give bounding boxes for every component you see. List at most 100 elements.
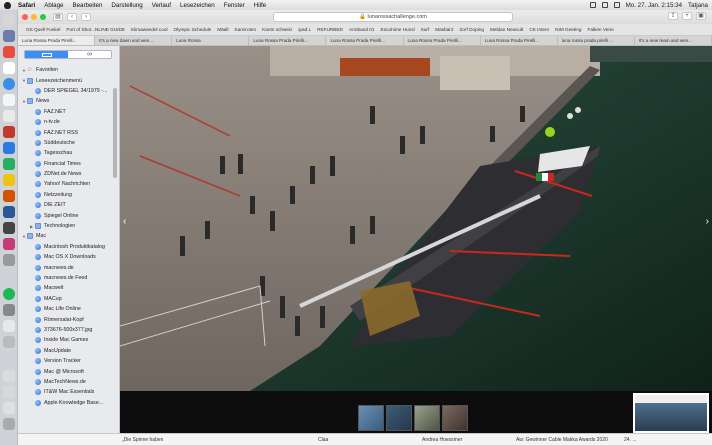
browser-tab[interactable]: Luna Rossa Prada Pirelli...: [18, 36, 96, 45]
status-wifi-icon[interactable]: [601, 2, 608, 8]
bookmark-item[interactable]: Römersalat-Kopf: [20, 314, 114, 324]
app-dock-icon[interactable]: [3, 126, 15, 138]
apple-menu-icon[interactable]: [4, 1, 11, 9]
launchpad-dock-icon[interactable]: [3, 30, 15, 42]
app-dock-icon[interactable]: [3, 62, 15, 74]
favorite-link[interactable]: ipad L: [298, 27, 311, 32]
app-dock-icon[interactable]: [3, 190, 15, 202]
bookmark-item[interactable]: Yahoo! Nachrichten: [20, 179, 114, 189]
bookmark-item[interactable]: MacUpdate: [20, 346, 114, 356]
reading-list-tab-icon[interactable]: ∞: [68, 51, 111, 58]
app-dock-icon[interactable]: [3, 142, 15, 154]
menu-ablage[interactable]: Ablage: [44, 2, 63, 9]
app-dock-icon[interactable]: [3, 46, 15, 58]
bookmark-item[interactable]: FAZ.NET: [20, 107, 114, 117]
document-dock-icon[interactable]: [3, 386, 15, 398]
bookmark-item[interactable]: Mac Life Online: [20, 304, 114, 314]
browser-tab[interactable]: Luna Rossa Prada Pirelli...: [404, 36, 481, 45]
finder-dock-icon[interactable]: [3, 14, 15, 26]
sidebar-scroll-thumb[interactable]: [113, 88, 117, 178]
share-button[interactable]: ⇪: [668, 12, 678, 20]
bookmark-item[interactable]: DIE ZEIT: [20, 200, 114, 210]
favorite-link[interactable]: Falken Verei: [587, 27, 613, 32]
next-image-arrow-icon[interactable]: ›: [706, 216, 709, 227]
favorite-link[interactable]: Mäall: [217, 27, 228, 32]
browser-tab[interactable]: luna rossa prada pirelli ...: [558, 36, 635, 45]
bookmarks-tab-icon[interactable]: [25, 51, 68, 58]
document-dock-icon[interactable]: [3, 402, 15, 414]
favorite-link[interactable]: Kantn schweiz: [262, 27, 292, 32]
gallery-image[interactable]: ‹ ›: [120, 46, 712, 391]
app-dock-icon[interactable]: [3, 174, 15, 186]
tab-overview-button[interactable]: ▣: [696, 12, 706, 20]
bookmark-folder[interactable]: ▼ Mac: [20, 231, 114, 241]
bookmark-folder[interactable]: ▶ Technologien: [20, 221, 114, 231]
gallery-thumbnail[interactable]: [386, 405, 412, 431]
app-dock-icon[interactable]: [3, 304, 15, 316]
favorite-link[interactable]: Meldan Newcult: [490, 27, 523, 32]
bookmark-folder[interactable]: ▼ ☆ Favoriten: [20, 65, 114, 75]
bookmark-item[interactable]: n-tv.de: [20, 117, 114, 127]
bookmark-folder[interactable]: ▼ Leseezeichenmenü: [20, 75, 114, 85]
favorite-link[interactable]: Encohime Hunsl: [380, 27, 414, 32]
app-dock-icon[interactable]: [3, 254, 15, 266]
menu-hilfe[interactable]: Hilfe: [254, 2, 266, 9]
gallery-thumbnail[interactable]: [358, 405, 384, 431]
sidebar-toggle-button[interactable]: ▤: [53, 13, 63, 21]
favorite-link[interactable]: NIM Geeting: [555, 27, 581, 32]
bookmark-item[interactable]: Inside Mac Games: [20, 335, 114, 345]
menu-lesezeichen[interactable]: Lesezeichen: [180, 2, 215, 9]
favorite-link[interactable]: Olympic Schedule: [174, 27, 212, 32]
bookmark-item[interactable]: ZDNet.de News: [20, 169, 114, 179]
browser-tab[interactable]: Luna Rossa Prada Pirelli...: [326, 36, 404, 45]
forward-button[interactable]: ›: [81, 13, 91, 21]
menu-fenster[interactable]: Fenster: [224, 2, 245, 9]
bookmark-item[interactable]: 373676-500x377.jpg: [20, 325, 114, 335]
spotify-dock-icon[interactable]: [3, 288, 15, 300]
app-dock-icon[interactable]: [3, 94, 15, 106]
bookmark-item[interactable]: Financial Times: [20, 159, 114, 169]
menubar-user[interactable]: Tatjana: [688, 2, 708, 9]
minimize-window-button[interactable]: [31, 14, 37, 20]
app-dock-icon[interactable]: [3, 320, 15, 332]
bookmark-item[interactable]: DER SPIEGEL 34/1979 -...: [20, 86, 114, 96]
bookmark-item[interactable]: Mac OS X Downloads: [20, 252, 114, 262]
bookmark-item[interactable]: Apple Knowledge Base...: [20, 398, 114, 408]
app-dock-icon[interactable]: [3, 110, 15, 122]
favorite-link[interactable]: Surf: [421, 27, 430, 32]
app-dock-icon[interactable]: [3, 336, 15, 348]
bookmark-item[interactable]: Mac @ Microsoft: [20, 366, 114, 376]
favorite-link[interactable]: REFURBED: [317, 27, 343, 32]
back-button[interactable]: ‹: [67, 13, 77, 21]
previous-image-arrow-icon[interactable]: ‹: [123, 216, 126, 227]
screenshot-preview[interactable]: [633, 393, 709, 433]
favorite-link[interactable]: Port of Shor...NLINE GUIDE: [66, 27, 125, 32]
favorite-link[interactable]: Masbar2: [435, 27, 453, 32]
gallery-thumbnail[interactable]: [442, 405, 468, 431]
favorite-link[interactable]: Klimawandel cool: [131, 27, 167, 32]
trash-dock-icon[interactable]: [3, 418, 15, 430]
zoom-window-button[interactable]: [40, 14, 46, 20]
bookmark-item[interactable]: macnews.de: [20, 262, 114, 272]
menu-safari[interactable]: Safari: [18, 2, 35, 9]
bookmark-item[interactable]: Spiegel Online: [20, 210, 114, 220]
favorite-link[interactable]: Armband 01: [349, 27, 375, 32]
favorite-link[interactable]: Karniroten: [234, 27, 256, 32]
bookmark-item[interactable]: MacTechNews.de: [20, 377, 114, 387]
menubar-clock[interactable]: Mo. 27. Jan. 2:15:34: [626, 2, 682, 9]
browser-tab[interactable]: Luna Rossa Prada Pirelli...: [249, 36, 327, 45]
bookmark-item[interactable]: Süddeutsche: [20, 138, 114, 148]
status-battery-icon[interactable]: [589, 2, 596, 8]
close-window-button[interactable]: [22, 14, 28, 20]
browser-tab[interactable]: It's a new team and wen...: [635, 36, 712, 45]
bookmark-folder[interactable]: ▼ News: [20, 96, 114, 106]
bookmark-item[interactable]: IT&W Mac Essentials: [20, 387, 114, 397]
bookmark-item[interactable]: macnews.de Feed: [20, 273, 114, 283]
bookmark-item[interactable]: Version Tracker: [20, 356, 114, 366]
app-dock-icon[interactable]: [3, 158, 15, 170]
favorite-link[interactable]: CK Intern: [529, 27, 549, 32]
app-dock-icon[interactable]: [3, 222, 15, 234]
menu-darstellung[interactable]: Darstellung: [111, 2, 142, 9]
app-dock-icon[interactable]: [3, 206, 15, 218]
favorite-link[interactable]: OS Quell Funkel: [26, 27, 60, 32]
